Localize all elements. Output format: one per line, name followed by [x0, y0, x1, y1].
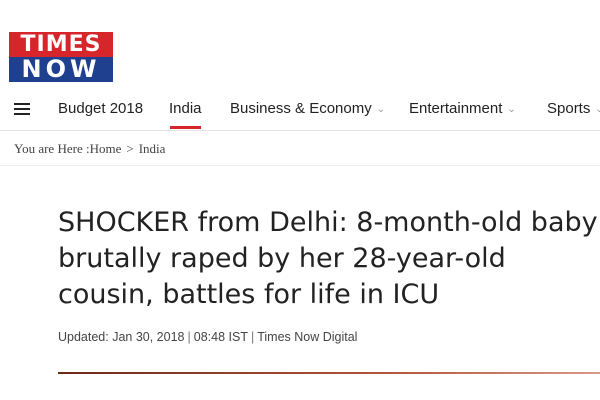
logo-bottom-band: NOW — [9, 57, 113, 82]
logo-top-band: TIMES — [9, 32, 113, 57]
nav-item-label: India — [169, 100, 202, 117]
breadcrumb-prefix: You are Here : — [14, 141, 90, 156]
nav-item-label: Sports — [547, 100, 591, 117]
chevron-down-icon: ⌄ — [595, 104, 600, 115]
menu-icon[interactable] — [14, 102, 30, 116]
article-source: Times Now Digital — [257, 330, 358, 344]
article-divider — [58, 372, 600, 374]
main-nav: Budget 2018 India Business & Economy ⌄ En… — [0, 92, 600, 131]
nav-item-business-economy[interactable]: Business & Economy ⌄ — [230, 100, 385, 126]
logo-line2: NOW — [21, 55, 101, 83]
nav-item-budget-2018[interactable]: Budget 2018 — [58, 100, 143, 126]
chevron-down-icon: ⌄ — [376, 104, 386, 115]
nav-item-sports[interactable]: Sports ⌄ — [547, 100, 600, 126]
article-headline: SHOCKER from Delhi: 8-month-old baby bru… — [58, 207, 598, 310]
breadcrumb-current[interactable]: India — [139, 141, 166, 156]
times-now-logo[interactable]: TIMES NOW — [9, 32, 113, 82]
chevron-down-icon: ⌄ — [507, 104, 516, 115]
breadcrumb: You are Here :Home > India — [14, 141, 165, 157]
active-tab-indicator — [170, 126, 201, 129]
breadcrumb-separator: > — [126, 141, 134, 156]
nav-item-label: Entertainment — [409, 100, 503, 117]
article-meta: Updated: Jan 30, 2018 | 08:48 IST | Times No… — [58, 330, 357, 344]
meta-separator: | — [250, 330, 255, 344]
nav-item-label: Business & Economy — [230, 100, 372, 117]
breadcrumb-home-link[interactable]: Home — [90, 141, 122, 156]
logo-line1: TIMES — [20, 32, 102, 57]
nav-item-entertainment[interactable]: Entertainment ⌄ — [409, 100, 516, 126]
meta-separator: | — [187, 330, 191, 344]
updated-date: Updated: Jan 30, 2018 — [58, 330, 185, 344]
nav-item-label: Budget 2018 — [58, 100, 144, 117]
nav-item-india[interactable]: India — [169, 100, 202, 129]
updated-time: 08:48 IST — [193, 330, 248, 344]
breadcrumb-divider — [0, 165, 600, 166]
